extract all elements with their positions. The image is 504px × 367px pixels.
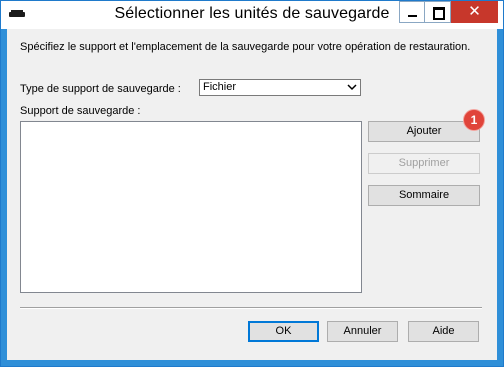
- media-type-value: Fichier: [203, 81, 237, 93]
- backup-media-label: Support de sauvegarde :: [20, 105, 141, 117]
- media-type-label: Type de support de sauvegarde :: [20, 83, 181, 95]
- summary-button[interactable]: Sommaire: [368, 185, 480, 206]
- help-button[interactable]: Aide: [408, 321, 479, 342]
- backup-media-list[interactable]: [20, 121, 362, 293]
- separator: [20, 307, 482, 309]
- remove-button[interactable]: Supprimer: [368, 153, 480, 174]
- ok-button[interactable]: OK: [248, 321, 319, 342]
- minimize-button[interactable]: [399, 1, 425, 23]
- maximize-button[interactable]: [425, 1, 451, 23]
- dialog-body: Spécifiez le support et l'emplacement de…: [7, 29, 497, 360]
- media-type-select[interactable]: Fichier: [199, 79, 361, 96]
- title-bar[interactable]: Sélectionner les unités de sauvegarde ✕: [1, 1, 503, 29]
- step-badge: 1: [463, 109, 485, 131]
- minimize-icon: [408, 15, 417, 17]
- dialog-window: Sélectionner les unités de sauvegarde ✕ …: [0, 0, 504, 367]
- close-button[interactable]: ✕: [451, 1, 498, 23]
- cancel-button[interactable]: Annuler: [327, 321, 398, 342]
- chevron-down-icon: [347, 84, 357, 91]
- close-icon: ✕: [468, 2, 481, 20]
- maximize-icon: [433, 7, 445, 20]
- description-text: Spécifiez le support et l'emplacement de…: [20, 41, 471, 53]
